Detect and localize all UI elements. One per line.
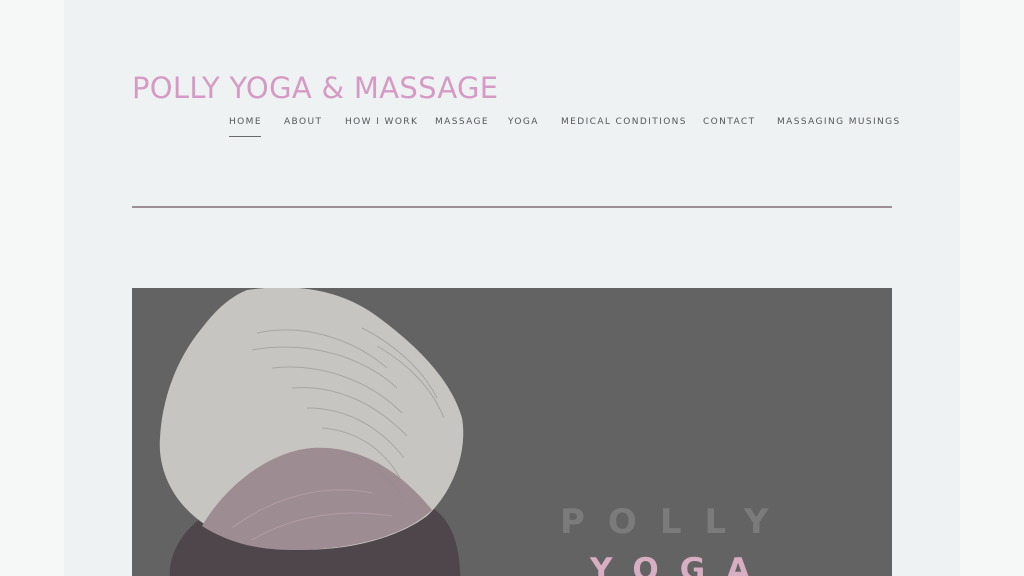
nav-item-massage[interactable]: MASSAGE <box>435 116 489 129</box>
nav-item-about[interactable]: ABOUT <box>284 116 322 129</box>
nav-item-how-i-work[interactable]: HOW I WORK <box>345 116 418 129</box>
header-divider <box>132 206 892 208</box>
hero-banner: POLLY YOGA <box>132 288 892 576</box>
nav-item-contact[interactable]: CONTACT <box>703 116 755 129</box>
nav-item-home[interactable]: HOME <box>229 116 262 137</box>
nav-item-massaging-musings[interactable]: MASSAGING MUSINGS <box>777 116 901 129</box>
hero-line-yoga: YOGA <box>590 552 772 576</box>
page-container: POLLY YOGA & MASSAGE HOME ABOUT HOW I WO… <box>64 0 960 576</box>
nav-item-yoga[interactable]: YOGA <box>508 116 539 129</box>
main-nav: HOME ABOUT HOW I WORK MASSAGE YOGA MEDIC… <box>64 116 960 140</box>
site-title[interactable]: POLLY YOGA & MASSAGE <box>132 68 498 108</box>
nav-item-medical-conditions[interactable]: MEDICAL CONDITIONS <box>561 116 687 129</box>
hero-line-polly: POLLY <box>560 502 792 542</box>
